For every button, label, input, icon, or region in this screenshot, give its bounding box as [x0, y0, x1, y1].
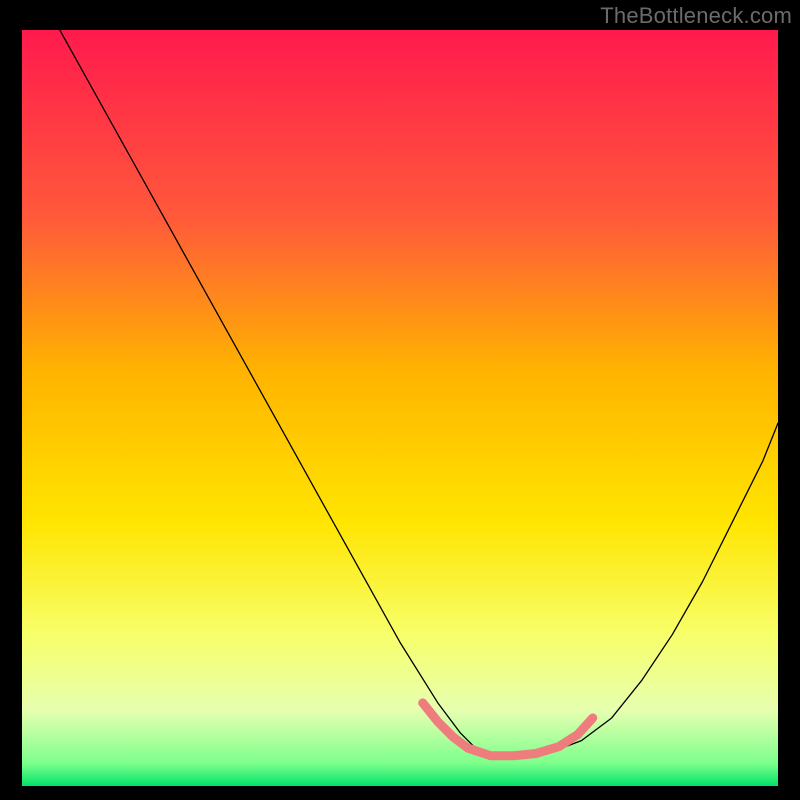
gradient-background: [22, 30, 778, 786]
bottleneck-chart: [22, 30, 778, 786]
plot-area: [22, 30, 778, 786]
watermark-text: TheBottleneck.com: [600, 3, 792, 29]
chart-frame: TheBottleneck.com: [0, 0, 800, 800]
